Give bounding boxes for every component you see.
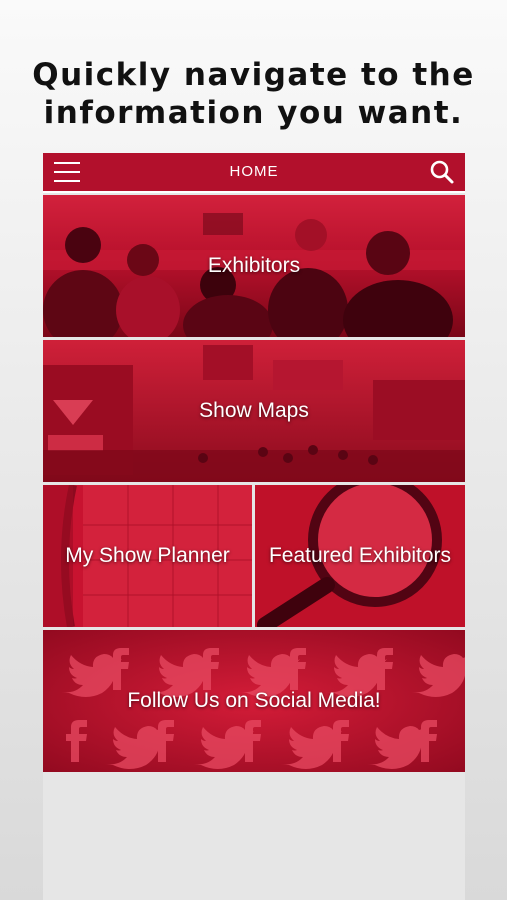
- headline-line-2: information you want.: [43, 95, 464, 131]
- headline-line-1: Quickly navigate to the: [32, 57, 475, 93]
- app-screen: HOME Exhibitors Show Maps My Show Planne…: [43, 153, 465, 900]
- tile-exhibitors-label: Exhibitors: [207, 254, 301, 277]
- tile-featured-exhibitors[interactable]: Featured Exhibitors: [255, 485, 465, 627]
- tile-show-maps-label: Show Maps: [199, 399, 309, 422]
- tile-exhibitors[interactable]: Exhibitors: [43, 195, 465, 337]
- tile-show-maps[interactable]: Show Maps: [43, 340, 465, 482]
- tile-my-show-planner-label: My Show Planner: [65, 544, 230, 567]
- nav-title: HOME: [229, 163, 279, 180]
- promo-headline: Quickly navigate to the information you …: [0, 56, 507, 132]
- tile-featured-exhibitors-label: Featured Exhibitors: [268, 544, 452, 567]
- top-nav-bar: HOME: [43, 153, 465, 193]
- tile-social-media-label: Follow Us on Social Media!: [127, 689, 381, 712]
- tile-my-show-planner[interactable]: My Show Planner: [43, 485, 252, 627]
- tile-social-media[interactable]: Follow Us on Social Media!: [43, 630, 465, 772]
- search-icon[interactable]: [429, 159, 455, 185]
